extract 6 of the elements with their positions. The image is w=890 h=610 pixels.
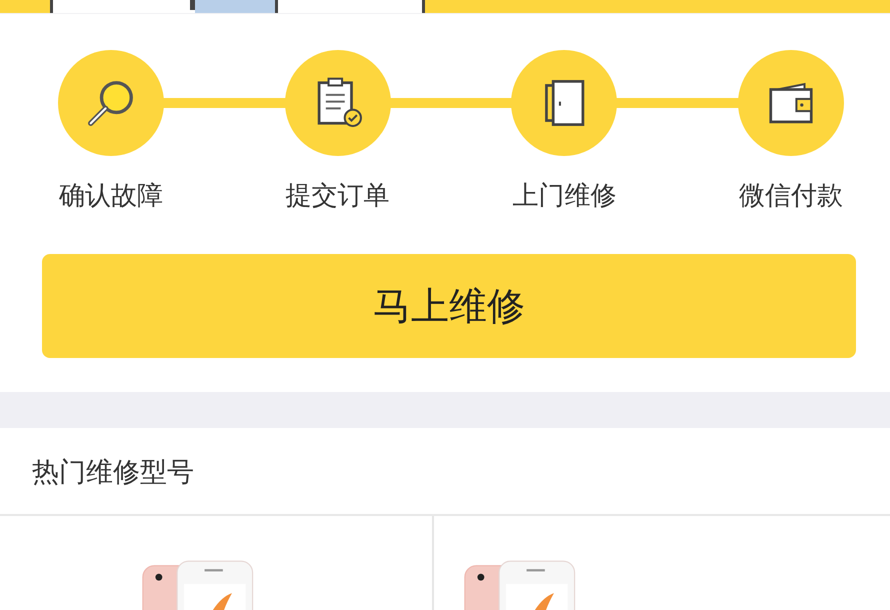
step-label: 提交订单 <box>286 180 390 213</box>
step-label: 上门维修 <box>512 180 616 213</box>
step-label: 微信付款 <box>738 180 843 213</box>
step-label: 确认故障 <box>59 180 163 213</box>
section-title: 热门维修型号 <box>0 428 890 516</box>
repair-now-button[interactable]: 马上维修 <box>42 254 856 358</box>
